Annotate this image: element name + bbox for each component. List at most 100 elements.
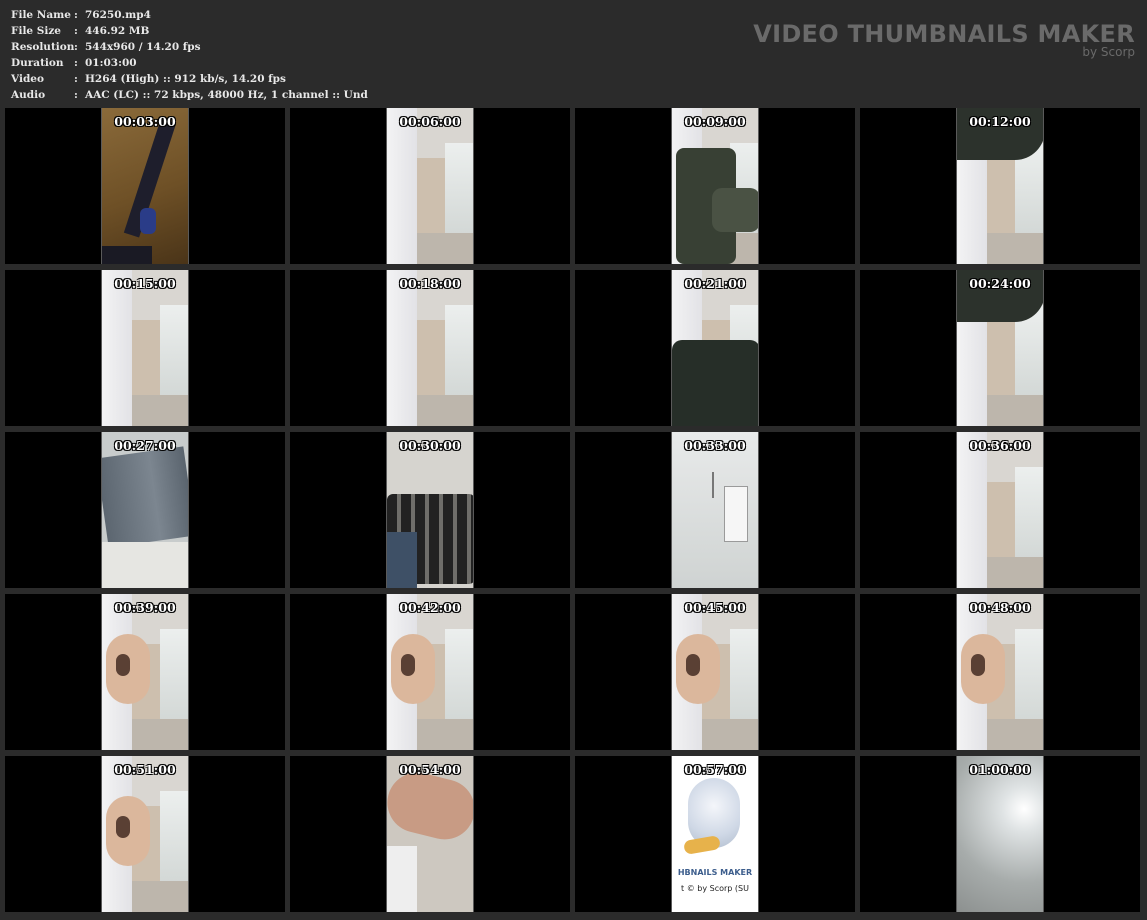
- shoe: [140, 208, 156, 234]
- timestamp-label: 00:36:00: [969, 438, 1031, 453]
- timestamp-label: 00:21:00: [684, 276, 746, 291]
- wall-panel: [417, 158, 445, 233]
- info-value: 544x960 / 14.20 fps: [85, 41, 201, 53]
- floor-strip: [987, 557, 1043, 588]
- info-label: Audio: [11, 89, 46, 101]
- shadow: [102, 246, 152, 264]
- floor-strip: [987, 233, 1043, 264]
- logo-text: HBNAILS MAKER: [677, 868, 753, 877]
- logo-copyright: t © by Scorp (SU: [681, 884, 749, 893]
- header: File Name : 76250.mp4 File Size : 446.92…: [0, 0, 1147, 108]
- window-light: [160, 629, 188, 724]
- figure-detail: [116, 816, 130, 838]
- thumbnail-frame: 00:18:00: [386, 270, 474, 426]
- floor-strip: [702, 719, 758, 750]
- thumbnail-frame: 00:42:00: [386, 594, 474, 750]
- thumbnail-frame: 01:00:00: [956, 756, 1044, 912]
- timestamp-label: 00:57:00: [684, 762, 746, 777]
- wall-panel: [987, 320, 1015, 395]
- thumbnail-grid: 00:03:00 00:06:00 00:09:00 00:12:00 00:15:00…: [5, 108, 1142, 916]
- ac-unit: [724, 486, 748, 542]
- thumbnail-cell[interactable]: 00:36:00: [860, 432, 1140, 588]
- thumbnail-cell[interactable]: 00:30:00: [290, 432, 570, 588]
- thumbnail-frame: 00:15:00: [101, 270, 189, 426]
- floor-strip: [417, 719, 473, 750]
- thumbnail-cell[interactable]: 00:27:00: [5, 432, 285, 588]
- jacket: [672, 340, 758, 426]
- info-separator: :: [74, 57, 78, 69]
- bed-sheet: [387, 108, 417, 264]
- thumbnail-frame: 00:39:00: [101, 594, 189, 750]
- thumbnail-cell[interactable]: 00:39:00: [5, 594, 285, 750]
- thumbnail-cell[interactable]: 00:12:00: [860, 108, 1140, 264]
- thumbnail-cell[interactable]: 00:51:00: [5, 756, 285, 912]
- timestamp-label: 00:45:00: [684, 600, 746, 615]
- info-label: Resolution: [11, 41, 75, 53]
- wall-panel: [987, 158, 1015, 233]
- thumbnail-cell[interactable]: 00:48:00: [860, 594, 1140, 750]
- thumbnail-cell[interactable]: 00:33:00: [575, 432, 855, 588]
- info-row-video: Video : H264 (High) :: 912 kb/s, 14.20 f…: [11, 71, 368, 87]
- timestamp-label: 00:27:00: [114, 438, 176, 453]
- timestamp-label: 00:03:00: [114, 114, 176, 129]
- info-row-duration: Duration : 01:03:00: [11, 55, 368, 71]
- info-separator: :: [74, 41, 78, 53]
- wall-panel: [417, 320, 445, 395]
- thumbnail-cell[interactable]: 00:03:00: [5, 108, 285, 264]
- figure-detail: [686, 654, 700, 676]
- timestamp-label: 00:12:00: [969, 114, 1031, 129]
- info-separator: :: [74, 89, 78, 101]
- timestamp-label: 00:39:00: [114, 600, 176, 615]
- thumbnail-frame: 00:24:00: [956, 270, 1044, 426]
- timestamp-label: 00:54:00: [399, 762, 461, 777]
- thumbnail-frame: 00:27:00: [101, 432, 189, 588]
- arm: [387, 766, 473, 846]
- timestamp-label: 00:06:00: [399, 114, 461, 129]
- brand-watermark: VIDEO THUMBNAILS MAKER by Scorp: [753, 20, 1135, 58]
- timestamp-label: 00:48:00: [969, 600, 1031, 615]
- thumbnail-frame: 00:21:00: [671, 270, 759, 426]
- timestamp-label: 00:09:00: [684, 114, 746, 129]
- floor-strip: [132, 719, 188, 750]
- window-light: [445, 143, 473, 238]
- thumbnail-frame: 00:06:00: [386, 108, 474, 264]
- info-row-file-name: File Name : 76250.mp4: [11, 7, 368, 23]
- cable: [712, 472, 714, 498]
- thumbnail-frame: HBNAILS MAKER t © by Scorp (SU 00:57:00: [671, 756, 759, 912]
- thumbnail-frame: 00:54:00: [386, 756, 474, 912]
- thumbnail-cell[interactable]: 00:42:00: [290, 594, 570, 750]
- thumbnail-cell[interactable]: HBNAILS MAKER t © by Scorp (SU 00:57:00: [575, 756, 855, 912]
- thumbnail-cell[interactable]: 00:45:00: [575, 594, 855, 750]
- thumbnail-cell[interactable]: 00:24:00: [860, 270, 1140, 426]
- info-value: H264 (High) :: 912 kb/s, 14.20 fps: [85, 73, 286, 85]
- thumbnail-cell[interactable]: 00:54:00: [290, 756, 570, 912]
- info-separator: :: [74, 25, 78, 37]
- floor-strip: [132, 881, 188, 912]
- window-light: [160, 791, 188, 886]
- info-row-file-size: File Size : 446.92 MB: [11, 23, 368, 39]
- floor: [102, 542, 188, 588]
- bed-sheet: [387, 270, 417, 426]
- thumbnail-frame: 00:51:00: [101, 756, 189, 912]
- timestamp-label: 00:51:00: [114, 762, 176, 777]
- thumbnail-cell[interactable]: 00:06:00: [290, 108, 570, 264]
- thumbnail-cell[interactable]: 00:18:00: [290, 270, 570, 426]
- scroll: [683, 834, 721, 856]
- thumbnail-cell[interactable]: 00:21:00: [575, 270, 855, 426]
- wall-panel: [132, 320, 160, 395]
- timestamp-label: 00:42:00: [399, 600, 461, 615]
- info-value: AAC (LC) :: 72 kbps, 48000 Hz, 1 channel…: [85, 89, 368, 101]
- thumbnail-frame: 00:45:00: [671, 594, 759, 750]
- thumbnail-frame: 00:12:00: [956, 108, 1044, 264]
- sleeve: [712, 188, 758, 232]
- timestamp-label: 00:15:00: [114, 276, 176, 291]
- bed-sheet: [957, 432, 987, 588]
- window-light: [445, 629, 473, 724]
- thumbnail-cell[interactable]: 01:00:00: [860, 756, 1140, 912]
- thumbnail-cell[interactable]: 00:09:00: [575, 108, 855, 264]
- figure-detail: [116, 654, 130, 676]
- window-light: [1015, 629, 1043, 724]
- denim: [387, 532, 417, 588]
- info-label: File Name: [11, 9, 71, 21]
- thumbnail-cell[interactable]: 00:15:00: [5, 270, 285, 426]
